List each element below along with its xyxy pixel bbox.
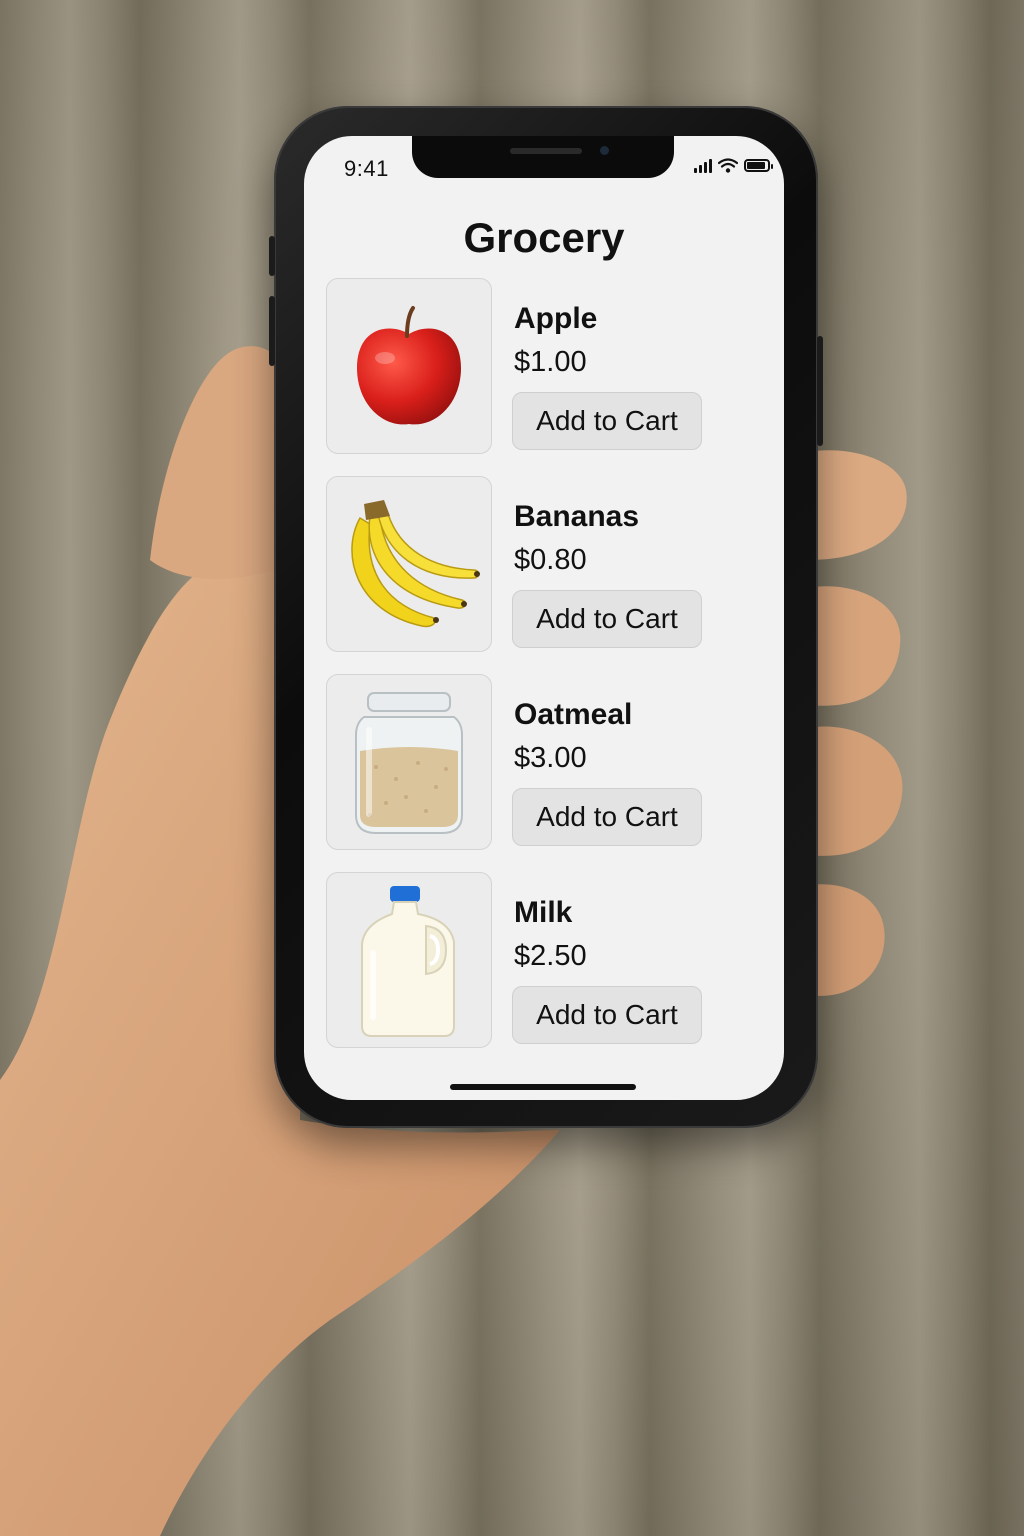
signal-icon: [694, 158, 712, 173]
phone-frame: 9:41 Grocery Apple $1.00 Add to Cart Ban…: [269, 106, 823, 1128]
product-image: [326, 674, 492, 850]
add-to-cart-button[interactable]: Add to Cart: [512, 392, 702, 450]
oatmeal-jar-icon: [355, 692, 463, 834]
product-name: Oatmeal: [514, 698, 633, 731]
product-card-oatmeal: Oatmeal $3.00 Add to Cart: [326, 674, 766, 850]
status-icons: [694, 158, 773, 173]
home-indicator[interactable]: [450, 1084, 636, 1090]
product-price: $2.50: [514, 940, 587, 972]
power-button: [817, 336, 823, 446]
speaker-grille: [510, 148, 582, 154]
notch: [412, 136, 674, 178]
product-list: Apple $1.00 Add to Cart Bananas $0.80 Ad…: [326, 278, 766, 1070]
product-image: [326, 872, 492, 1048]
product-name: Apple: [514, 302, 598, 335]
volume-button: [269, 236, 275, 276]
product-card-milk: Milk $2.50 Add to Cart: [326, 872, 766, 1048]
product-image: [326, 278, 492, 454]
product-price: $0.80: [514, 544, 587, 576]
add-to-cart-button[interactable]: Add to Cart: [512, 590, 702, 648]
product-name: Bananas: [514, 500, 640, 533]
product-card-bananas: Bananas $0.80 Add to Cart: [326, 476, 766, 652]
status-time: 9:41: [344, 156, 389, 181]
product-image: [326, 476, 492, 652]
front-camera: [600, 146, 609, 155]
bananas-icon: [351, 500, 480, 628]
phone-screen: 9:41 Grocery Apple $1.00 Add to Cart Ban…: [304, 136, 784, 1100]
volume-button: [269, 296, 275, 366]
add-to-cart-button[interactable]: Add to Cart: [512, 986, 702, 1044]
battery-icon: [744, 159, 773, 172]
product-name: Milk: [514, 896, 573, 929]
product-price: $1.00: [514, 346, 587, 378]
apple-icon: [357, 306, 461, 425]
product-card-apple: Apple $1.00 Add to Cart: [326, 278, 766, 454]
wifi-icon: [718, 158, 738, 173]
page-title: Grocery: [463, 214, 625, 261]
milk-jug-icon: [361, 886, 455, 1037]
add-to-cart-button[interactable]: Add to Cart: [512, 788, 702, 846]
product-price: $3.00: [514, 742, 587, 774]
